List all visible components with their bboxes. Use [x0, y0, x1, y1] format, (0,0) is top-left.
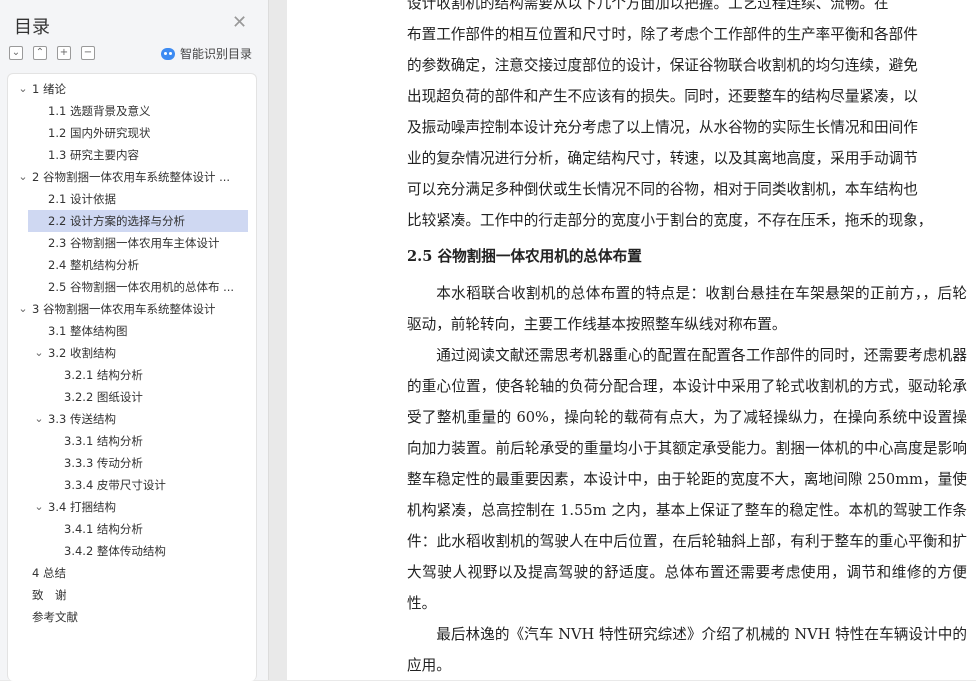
smart-toc-label: 智能识别目录 [180, 47, 253, 61]
toc-item-label: 2.4 整机结构分析 [48, 258, 139, 272]
toc-item[interactable]: 1.2 国内外研究现状 [8, 122, 252, 144]
paragraph-line: 业的复杂情况进行分析，确定结构尺寸，转速，以及其离地高度，采用手动调节 [407, 150, 918, 167]
toc-item-label: 2.1 设计依据 [48, 192, 116, 206]
toc-item[interactable]: 2.3 谷物割捆一体农用车主体设计 [8, 232, 252, 254]
toc-item-label: 1.1 选题背景及意义 [48, 104, 151, 118]
paragraph-1: 设计收割机的结构需要从以下几个方面加以把握。工艺过程连续、流畅。在布置工作部件的… [407, 0, 967, 236]
expand-up-icon[interactable]: ⌃ [33, 46, 47, 60]
smart-toc-button[interactable]: 智能识别目录 [161, 45, 252, 62]
toc-item-label: 2.3 谷物割捆一体农用车主体设计 [48, 236, 220, 250]
toc-item-label: 1.2 国内外研究现状 [48, 126, 151, 140]
toc-item-label: 3.2 收割结构 [48, 346, 116, 360]
toc-item[interactable]: ⌄ 1 绪论 [8, 78, 252, 100]
chevron-down-icon[interactable]: ⌄ [18, 298, 28, 320]
toc-item-label: 2.5 谷物割捆一体农用机的总体布 ... [48, 280, 235, 294]
toc-item-label: 2 谷物割捆一体农用车系统整体设计 ... [32, 170, 231, 184]
document-body: 设计收割机的结构需要从以下几个方面加以把握。工艺过程连续、流畅。在布置工作部件的… [407, 0, 967, 680]
toc-item-label: 3 谷物割捆一体农用车系统整体设计 [32, 302, 216, 316]
toc-item-label: 3.3.3 传动分析 [64, 456, 143, 470]
paragraph-4: 最后林逸的《汽车 NVH 特性研究综述》介绍了机械的 NVH 特性在车辆设计中的… [407, 626, 967, 674]
toc-item[interactable]: ⌄ 3.4 打捆结构 [8, 496, 252, 518]
remove-heading-icon[interactable]: − [81, 46, 95, 60]
paragraph-2: 本水稻联合收割机的总体布置的特点是：收割台悬挂在车架悬架的正前方，，后轮驱动，前… [407, 285, 967, 333]
toc-item[interactable]: 3.3.1 结构分析 [8, 430, 252, 452]
paragraph-line: 出现超负荷的部件和产生不应该有的损失。同时，还要整车的结构尽量紧凑，以 [407, 88, 918, 105]
toc-item[interactable]: 3.4.1 结构分析 [8, 518, 252, 540]
chevron-down-icon[interactable]: ⌄ [34, 496, 44, 518]
toc-item[interactable]: 4 总结 [8, 562, 252, 584]
toc-item[interactable]: ⌄ 2 谷物割捆一体农用车系统整体设计 ... [8, 166, 252, 188]
toc-item-label: 3.3.4 皮带尺寸设计 [64, 478, 166, 492]
toc-item[interactable]: 3.3.3 传动分析 [8, 452, 252, 474]
toc-item-label: 1.3 研究主要内容 [48, 148, 139, 162]
toc-item[interactable]: 1.3 研究主要内容 [8, 144, 252, 166]
toc-item[interactable]: 2.1 设计依据 [8, 188, 252, 210]
toc-item[interactable]: 3.2.1 结构分析 [8, 364, 252, 386]
toc-list: ⌄ 1 绪论 1.1 选题背景及意义 1.2 国内外研究现状 1.3 研究主要内容 ⌄ 2 … [7, 73, 257, 681]
toc-item[interactable]: ⌄ 3.2 收割结构 [8, 342, 252, 364]
toc-item[interactable]: 1.1 选题背景及意义 [8, 100, 252, 122]
paragraph-line: 设计收割机的结构需要从以下几个方面加以把握。工艺过程连续、流畅。在 [407, 0, 889, 12]
toc-item-label: 3.2.1 结构分析 [64, 368, 143, 382]
chevron-down-icon[interactable]: ⌄ [34, 342, 44, 364]
document-page: 设计收割机的结构需要从以下几个方面加以把握。工艺过程连续、流畅。在布置工作部件的… [287, 0, 976, 680]
toc-sidebar: 目录 ✕ ⌄ ⌃ + − 智能识别目录 ⌄ 1 绪论 1.1 选题背景及意义 1.2 … [0, 0, 269, 681]
toc-item[interactable]: 2.4 整机结构分析 [8, 254, 252, 276]
toc-item[interactable]: 3.2.2 图纸设计 [8, 386, 252, 408]
toc-item-label: 3.1 整体结构图 [48, 324, 128, 338]
collapse-all-icon[interactable]: ⌄ [9, 46, 23, 60]
ai-robot-icon [161, 47, 175, 60]
toc-item-label: 3.4 打捆结构 [48, 500, 116, 514]
toc-item-label: 3.4.2 整体传动结构 [64, 544, 166, 558]
paragraph-line: 及振动噪声控制本设计充分考虑了以上情况，从水谷物的实际生长情况和田间作 [407, 119, 918, 136]
chevron-down-icon[interactable]: ⌄ [18, 78, 28, 100]
paragraph-line: 比较紧凑。工作中的行走部分的宽度小于割台的宽度，不存在压禾，拖禾的现象， [407, 212, 933, 229]
section-heading: 2.5 谷物割捆一体农用机的总体布置 [407, 248, 642, 265]
toc-item[interactable]: 3.1 整体结构图 [8, 320, 252, 342]
toc-item-label: 4 总结 [32, 566, 66, 580]
toc-item-label: 3.3.1 结构分析 [64, 434, 143, 448]
toc-item-label: 2.2 设计方案的选择与分析 [48, 214, 185, 228]
toc-item[interactable]: 致 谢 [8, 584, 252, 606]
toc-item-label: 3.4.1 结构分析 [64, 522, 143, 536]
toc-item-label: 1 绪论 [32, 82, 66, 96]
toc-item[interactable]: ⌄ 3 谷物割捆一体农用车系统整体设计 [8, 298, 252, 320]
toc-item[interactable]: 2.2 设计方案的选择与分析 [28, 210, 248, 232]
add-heading-icon[interactable]: + [57, 46, 71, 60]
toc-item[interactable]: 2.5 谷物割捆一体农用机的总体布 ... [8, 276, 252, 298]
chevron-down-icon[interactable]: ⌄ [34, 408, 44, 430]
paragraph-3: 通过阅读文献还需思考机器重心的配置在配置各工作部件的同时，还需要考虑机器的重心位… [407, 347, 967, 612]
toc-item[interactable]: 3.4.2 整体传动结构 [8, 540, 252, 562]
close-icon[interactable]: ✕ [232, 14, 247, 32]
toc-item-label: 3.3 传送结构 [48, 412, 116, 426]
toc-item-label: 致 谢 [32, 588, 67, 602]
paragraph-line: 的参数确定，注意交接过度部位的设计，保证谷物联合收割机的均匀连续，避免 [407, 57, 918, 74]
toc-item-label: 参考文献 [32, 610, 78, 624]
chevron-down-icon[interactable]: ⌄ [18, 166, 28, 188]
toc-item[interactable]: 3.3.4 皮带尺寸设计 [8, 474, 252, 496]
toc-item[interactable]: ⌄ 3.3 传送结构 [8, 408, 252, 430]
toc-item-label: 3.2.2 图纸设计 [64, 390, 143, 404]
paragraph-line: 布置工作部件的相互位置和尺寸时，除了考虑个工作部件的生产率平衡和各部件 [407, 26, 918, 43]
sidebar-title: 目录 [14, 17, 50, 38]
toc-item[interactable]: 参考文献 [8, 606, 252, 628]
paragraph-line: 可以充分满足多种倒伏或生长情况不同的谷物，相对于同类收割机，本车结构也 [407, 181, 918, 198]
